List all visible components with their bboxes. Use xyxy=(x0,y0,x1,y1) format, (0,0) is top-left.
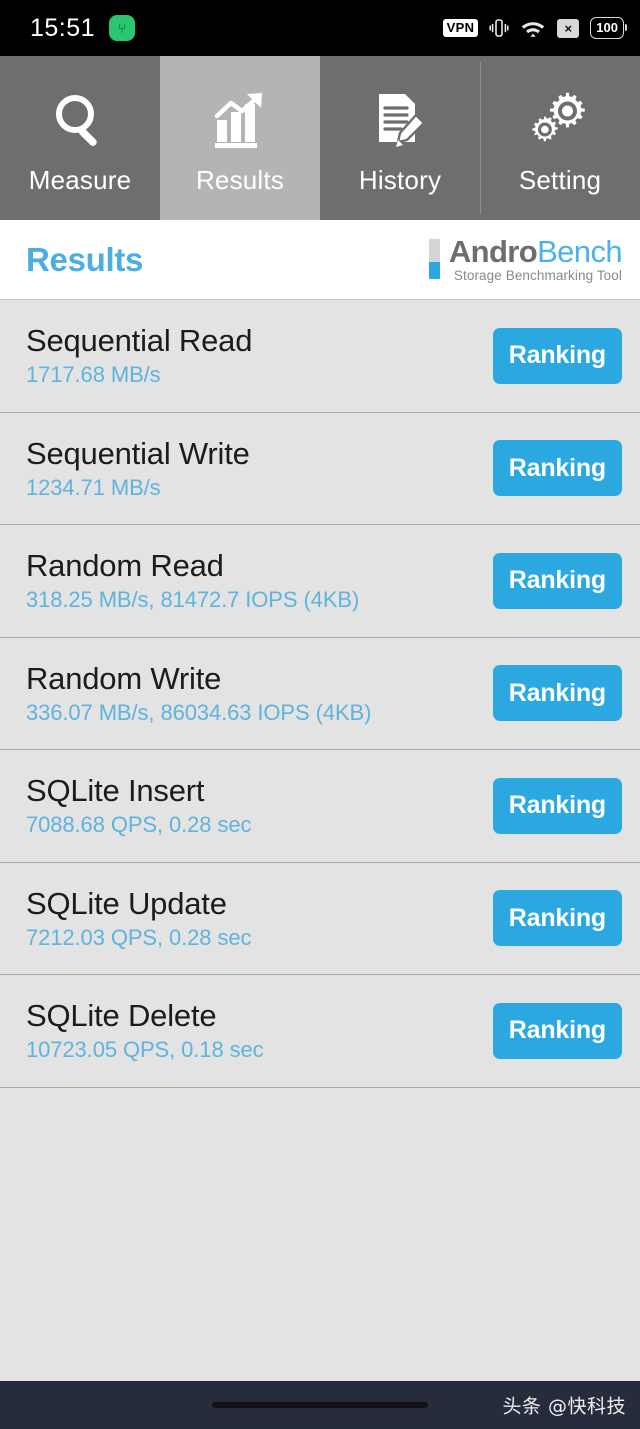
ranking-button[interactable]: Ranking xyxy=(492,440,622,497)
status-clock: 15:51 xyxy=(30,13,96,42)
result-text: SQLite Delete 10723.05 QPS, 0.18 sec xyxy=(26,999,264,1062)
system-navigation-bar: 头条 @快科技 xyxy=(0,1381,640,1429)
vpn-icon: VPN xyxy=(442,18,479,38)
logo-bar-icon xyxy=(428,239,440,280)
wifi-icon xyxy=(520,18,546,39)
ranking-button[interactable]: Ranking xyxy=(492,1002,622,1059)
result-value: 318.25 MB/s, 81472.7 IOPS (4KB) xyxy=(26,587,360,613)
tab-history[interactable]: History xyxy=(320,56,480,220)
result-title: Random Read xyxy=(26,548,224,584)
result-title: SQLite Insert xyxy=(26,773,205,809)
tab-setting[interactable]: Setting xyxy=(480,56,640,220)
status-bar-right: VPN × 100 xyxy=(442,17,627,39)
logo-andro: Andro xyxy=(448,233,538,269)
table-row[interactable]: SQLite Delete 10723.05 QPS, 0.18 sec Ran… xyxy=(0,975,640,1088)
result-value: 7212.03 QPS, 0.28 sec xyxy=(26,924,252,950)
magnifier-icon xyxy=(49,81,111,161)
result-title: Random Write xyxy=(26,660,222,696)
main-tab-bar: Measure Results History Setting xyxy=(0,56,640,220)
table-row[interactable]: SQLite Insert 7088.68 QPS, 0.28 sec Rank… xyxy=(0,750,640,863)
result-value: 1234.71 MB/s xyxy=(26,474,161,500)
tab-measure[interactable]: Measure xyxy=(0,56,160,220)
vibrate-icon xyxy=(489,17,509,39)
battery-indicator: 100 xyxy=(590,17,627,39)
logo-bench: Bench xyxy=(537,233,623,269)
document-pencil-icon xyxy=(369,81,431,161)
table-row[interactable]: SQLite Update 7212.03 QPS, 0.28 sec Rank… xyxy=(0,863,640,975)
tab-label-measure: Measure xyxy=(28,165,132,195)
watermark-text: 头条 @快科技 xyxy=(502,1395,626,1418)
status-bar: 15:51 ⑂ VPN × 100 xyxy=(0,0,640,56)
result-value: 7088.68 QPS, 0.28 sec xyxy=(26,812,252,838)
result-text: Random Write 336.07 MB/s, 86034.63 IOPS … xyxy=(26,660,372,725)
results-list: Sequential Read 1717.68 MB/s Ranking Seq… xyxy=(0,300,640,1381)
app-header: Results AndroBench Storage Benchmarking … xyxy=(0,220,640,300)
table-row[interactable]: Sequential Write 1234.71 MB/s Ranking xyxy=(0,413,640,525)
tab-label-history: History xyxy=(358,165,442,195)
result-text: SQLite Insert 7088.68 QPS, 0.28 sec xyxy=(26,774,251,837)
home-gesture-indicator[interactable] xyxy=(212,1402,428,1408)
ranking-button[interactable]: Ranking xyxy=(492,665,622,722)
result-text: Random Read 318.25 MB/s, 81472.7 IOPS (4… xyxy=(26,549,359,612)
result-title: Sequential Write xyxy=(26,435,250,471)
tab-label-setting: Setting xyxy=(518,165,602,195)
no-sim-icon: × xyxy=(557,18,580,38)
table-row[interactable]: Random Write 336.07 MB/s, 86034.63 IOPS … xyxy=(0,638,640,750)
logo-tagline: Storage Benchmarking Tool xyxy=(453,268,622,284)
gears-icon xyxy=(529,81,591,161)
result-value: 10723.05 QPS, 0.18 sec xyxy=(26,1037,264,1063)
status-bar-left: 15:51 ⑂ xyxy=(30,13,136,43)
tab-label-results: Results xyxy=(195,165,285,195)
result-value: 336.07 MB/s, 86034.63 IOPS (4KB) xyxy=(26,699,372,725)
result-value: 1717.68 MB/s xyxy=(26,362,161,388)
ranking-button[interactable]: Ranking xyxy=(492,552,622,609)
table-row[interactable]: Sequential Read 1717.68 MB/s Ranking xyxy=(0,300,640,413)
androbench-logo: AndroBench Storage Benchmarking Tool xyxy=(428,233,623,284)
page-title: Results xyxy=(26,240,144,278)
ranking-button[interactable]: Ranking xyxy=(492,777,622,834)
bar-chart-arrow-icon xyxy=(209,81,271,161)
logo-text: AndroBench Storage Benchmarking Tool xyxy=(448,233,623,284)
ranking-button[interactable]: Ranking xyxy=(492,327,622,384)
table-row[interactable]: Random Read 318.25 MB/s, 81472.7 IOPS (4… xyxy=(0,525,640,638)
phone-screen: 15:51 ⑂ VPN × 100 Measure Results Histor… xyxy=(0,0,640,1429)
result-title: Sequential Read xyxy=(26,323,253,359)
notification-app-icon: ⑂ xyxy=(109,15,136,41)
result-title: SQLite Delete xyxy=(26,998,217,1034)
result-text: SQLite Update 7212.03 QPS, 0.28 sec xyxy=(26,885,252,950)
result-text: Sequential Write 1234.71 MB/s xyxy=(26,435,250,500)
ranking-button[interactable]: Ranking xyxy=(492,890,622,947)
tab-results[interactable]: Results xyxy=(160,56,320,220)
result-text: Sequential Read 1717.68 MB/s xyxy=(26,324,252,387)
result-title: SQLite Update xyxy=(26,885,227,921)
logo-wordmark: AndroBench xyxy=(448,233,623,269)
